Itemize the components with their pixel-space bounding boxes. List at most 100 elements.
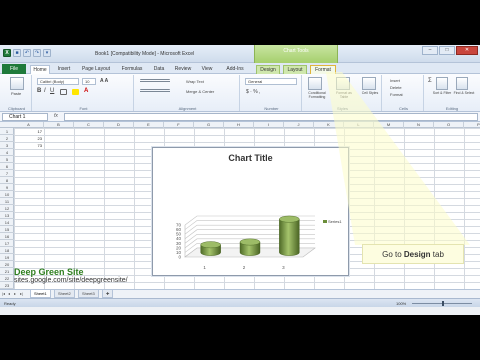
column-header[interactable]: N [404, 122, 434, 128]
delete-cells-button[interactable]: Delete [390, 85, 402, 90]
column-header[interactable]: F [164, 122, 194, 128]
paste-icon[interactable] [10, 77, 24, 90]
row-header[interactable]: 16 [0, 233, 14, 240]
row-header[interactable]: 14 [0, 219, 14, 226]
cell-a3[interactable]: 73 [14, 143, 42, 148]
fill-color-icon[interactable] [72, 89, 79, 95]
close-button[interactable]: ✕ [456, 46, 478, 55]
tab-format[interactable]: Format [310, 65, 336, 74]
tab-view[interactable]: View [198, 65, 216, 74]
column-header[interactable]: O [434, 122, 464, 128]
column-header[interactable]: H [224, 122, 254, 128]
tab-formulas[interactable]: Formulas [118, 65, 146, 74]
align-left-icon[interactable] [140, 89, 170, 93]
sheet-tab-1[interactable]: Sheet1 [30, 290, 51, 298]
column-header[interactable]: G [194, 122, 224, 128]
row-header[interactable]: 12 [0, 205, 14, 212]
prev-sheet-icon[interactable]: ◂ [8, 292, 12, 296]
row-header[interactable]: 3 [0, 142, 14, 149]
grow-font-icon[interactable]: A A [100, 78, 108, 84]
save-icon[interactable]: ■ [13, 49, 21, 57]
merge-center-button[interactable]: Merge & Center [186, 89, 214, 94]
row-header[interactable]: 22 [0, 275, 14, 282]
sort-filter-icon[interactable] [436, 77, 448, 90]
underline-icon[interactable]: U [50, 88, 54, 94]
conditional-formatting-icon[interactable] [308, 77, 322, 90]
minimize-button[interactable]: – [422, 46, 438, 55]
column-header[interactable]: B [44, 122, 74, 128]
row-header[interactable]: 20 [0, 261, 14, 268]
formula-input[interactable] [64, 113, 478, 121]
column-header[interactable]: J [284, 122, 314, 128]
tab-file[interactable]: File [2, 64, 26, 74]
row-header[interactable]: 8 [0, 177, 14, 184]
row-header[interactable]: 23 [0, 282, 14, 289]
column-header[interactable]: P [464, 122, 480, 128]
cell-a1[interactable]: 17 [14, 129, 42, 134]
column-header[interactable]: D [104, 122, 134, 128]
format-as-table-icon[interactable] [336, 77, 350, 90]
row-header[interactable]: 19 [0, 254, 14, 261]
zoom-slider-thumb[interactable] [442, 301, 444, 306]
cell-styles-icon[interactable] [362, 77, 376, 90]
tab-data[interactable]: Data [150, 65, 168, 74]
redo-icon[interactable]: ↷ [33, 49, 41, 57]
column-header[interactable]: E [134, 122, 164, 128]
tab-insert[interactable]: Insert [54, 65, 74, 74]
new-sheet-icon[interactable]: ✚ [102, 290, 114, 298]
row-header[interactable]: 6 [0, 163, 14, 170]
cell-a2[interactable]: 23 [14, 136, 42, 141]
font-name-select[interactable]: Calibri (Body) [37, 78, 79, 85]
column-header[interactable]: C [74, 122, 104, 128]
zoom-level[interactable]: 100% [396, 301, 406, 306]
number-format-select[interactable]: General [245, 78, 297, 85]
font-color-icon[interactable]: A [84, 88, 88, 94]
first-sheet-icon[interactable]: |◂ [2, 292, 6, 296]
column-header[interactable]: I [254, 122, 284, 128]
currency-icon[interactable]: $ · % , [246, 89, 260, 95]
maximize-button[interactable]: □ [439, 46, 455, 55]
column-header[interactable]: A [14, 122, 44, 128]
align-top-icon[interactable] [140, 79, 170, 83]
tab-add-ins[interactable]: Add-Ins [222, 65, 248, 74]
find-select-icon[interactable] [456, 77, 468, 90]
customize-qat-icon[interactable]: ▾ [43, 49, 51, 57]
chart-object[interactable]: Chart Title 0 10 20 30 40 50 60 70 1 2 3 Series1 [152, 147, 349, 276]
autosum-icon[interactable]: Σ [428, 78, 432, 84]
row-header[interactable]: 15 [0, 226, 14, 233]
row-header[interactable]: 1 [0, 128, 14, 135]
row-header[interactable]: 21 [0, 268, 14, 275]
legend[interactable]: Series1 [323, 219, 342, 224]
italic-icon[interactable]: I [44, 88, 46, 94]
tab-home[interactable]: Home [30, 65, 50, 74]
undo-icon[interactable]: ↶ [23, 49, 31, 57]
tab-design[interactable]: Design [256, 65, 280, 74]
row-header[interactable]: 10 [0, 191, 14, 198]
row-header[interactable]: 13 [0, 212, 14, 219]
fx-icon[interactable]: fx [54, 113, 58, 119]
row-header[interactable]: 7 [0, 170, 14, 177]
format-cells-button[interactable]: Format [390, 92, 403, 97]
tab-review[interactable]: Review [172, 65, 194, 74]
row-header[interactable]: 4 [0, 149, 14, 156]
tab-page-layout[interactable]: Page Layout [78, 65, 114, 74]
name-box[interactable]: Chart 1 [2, 113, 48, 121]
row-header[interactable]: 17 [0, 240, 14, 247]
borders-icon[interactable] [60, 89, 67, 95]
row-header[interactable]: 5 [0, 156, 14, 163]
row-header[interactable]: 11 [0, 198, 14, 205]
row-header[interactable]: 18 [0, 247, 14, 254]
column-header[interactable]: M [374, 122, 404, 128]
last-sheet-icon[interactable]: ▸| [20, 292, 24, 296]
wrap-text-button[interactable]: Wrap Text [186, 79, 204, 84]
next-sheet-icon[interactable]: ▸ [14, 292, 18, 296]
row-header[interactable]: 2 [0, 135, 14, 142]
row-header[interactable]: 9 [0, 184, 14, 191]
column-header[interactable]: K [314, 122, 344, 128]
insert-cells-button[interactable]: Insert [390, 78, 400, 83]
sheet-tab-2[interactable]: Sheet2 [54, 290, 75, 298]
tab-layout[interactable]: Layout [283, 65, 307, 74]
excel-logo-icon[interactable]: X [3, 49, 11, 57]
bold-icon[interactable]: B [37, 88, 41, 94]
column-header[interactable]: L [344, 122, 374, 128]
